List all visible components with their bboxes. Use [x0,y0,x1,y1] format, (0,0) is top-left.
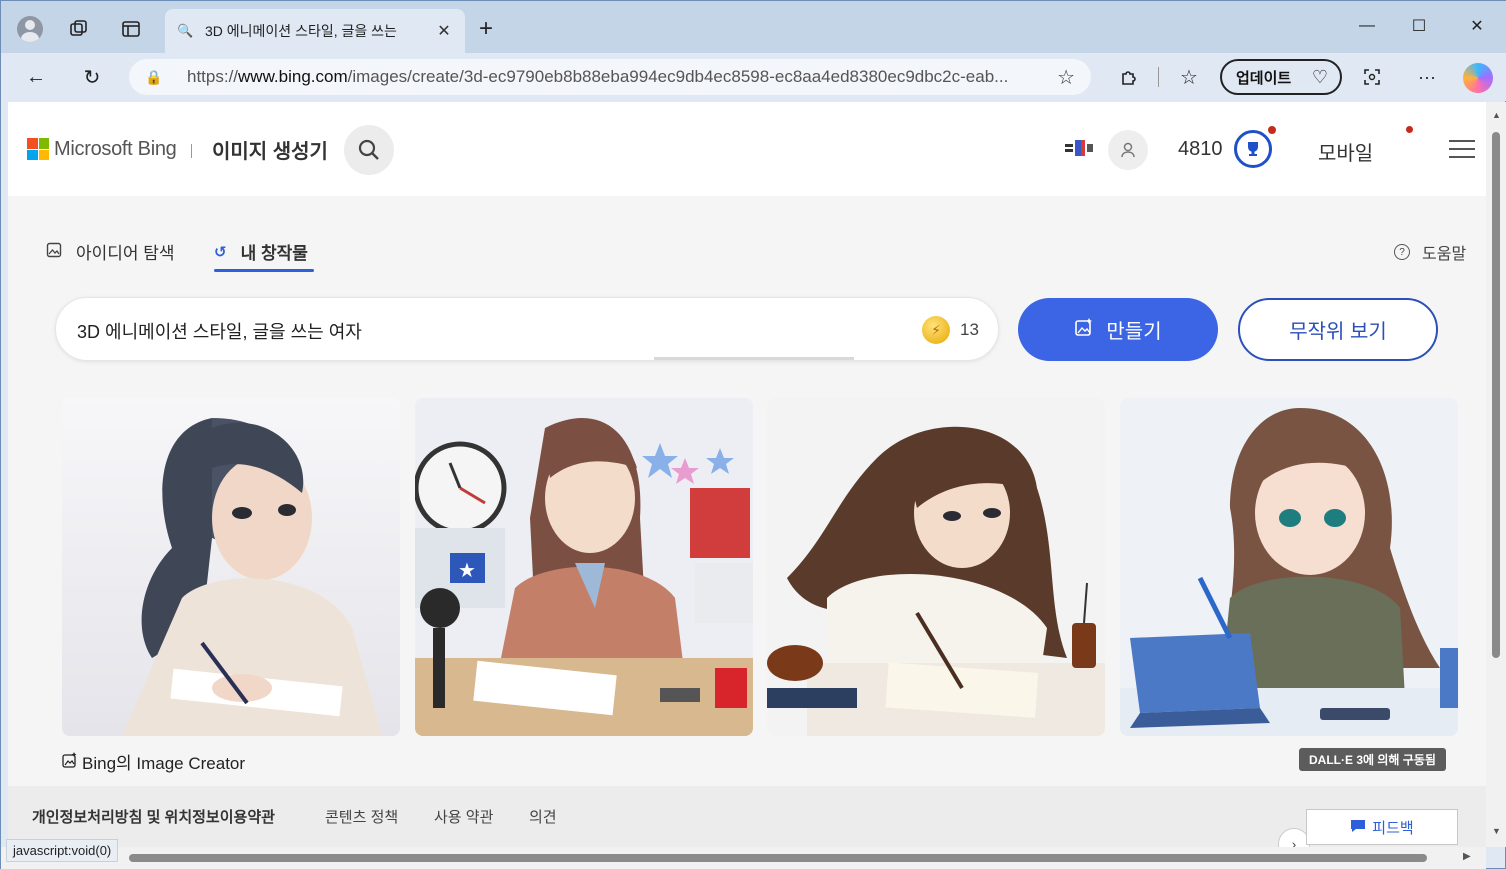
generated-image-4[interactable] [1120,398,1458,736]
update-label: 업데이트 [1236,69,1292,87]
maximize-button[interactable]: ☐ [1399,11,1439,41]
notification-dot [1268,126,1276,134]
tab-label: 내 창작물 [240,244,308,263]
history-icon: ↺ [214,243,227,261]
close-icon[interactable]: ✕ [435,21,453,41]
notification-dot [1406,126,1413,133]
generated-image-2[interactable]: ★ [415,398,753,736]
hamburger-menu-icon[interactable] [1449,140,1475,158]
create-button[interactable]: 만들기 [1018,298,1218,361]
back-arrow-icon[interactable]: ← [20,61,52,93]
favorites-icon[interactable]: ☆ [1173,61,1205,93]
tab-active[interactable]: 🔍 3D 에니메이션 스타일, 글을 쓰는 ✕ [165,9,465,53]
svg-text:★: ★ [458,558,476,582]
horizontal-scrollbar[interactable]: ▶ [1,847,1486,869]
feedback-label: 피드백 [1372,819,1414,837]
toolbar-divider [1158,67,1159,87]
new-tab-button[interactable]: + [479,15,493,43]
brand-divider [191,144,192,158]
favorite-star-icon[interactable]: ☆ [1057,65,1075,90]
mobile-link[interactable]: 모바일 [1318,137,1373,166]
image-creator-credit: Bing의 Image Creator [62,749,245,774]
sparkle-image-icon [62,751,78,772]
surprise-me-button[interactable]: 무작위 보기 [1238,298,1438,361]
close-window-button[interactable]: ✕ [1457,11,1497,41]
scroll-down-icon[interactable]: ▼ [1492,826,1501,836]
profile-avatar-icon[interactable] [14,13,46,45]
status-bar: javascript:void(0) [6,839,119,862]
tab-my-creations[interactable]: ↺ 내 창작물 [214,239,308,264]
prompt-progress-bar [654,357,854,360]
scroll-right-icon[interactable]: ▶ [1463,851,1471,862]
lock-icon[interactable]: 🔒 [145,69,169,86]
product-title[interactable]: 이미지 생성기 [212,135,328,164]
search-icon: 🔍 [177,23,194,38]
tab-actions-icon[interactable] [115,13,147,45]
create-label: 만들기 [1106,321,1162,343]
page-footer: 개인정보처리방침 및 위치정보이용약관 콘텐츠 정책 사용 약관 의견 [8,786,1486,847]
scrollbar-thumb[interactable] [129,854,1427,862]
help-label: 도움말 [1422,246,1467,263]
copilot-icon[interactable] [1463,63,1493,93]
navigation-bar: ← ↻ 🔒 https://www.bing.com/images/create… [1,53,1506,101]
scrollbar-thumb[interactable] [1492,132,1500,658]
dalle-badge: DALL·E 3에 의해 구동됨 [1299,748,1446,771]
generated-image-1[interactable] [62,398,400,736]
tab-label: 아이디어 탐색 [76,244,175,263]
prompt-text[interactable]: 3D 에니메이션 스타일, 글을 쓰는 여자 [77,318,362,344]
opinion-link[interactable]: 의견 [529,806,557,827]
tab-title: 3D 에니메이션 스타일, 글을 쓰는 [205,23,397,39]
boost-coin-icon[interactable]: ⚡ [922,316,950,344]
extensions-icon[interactable] [1113,61,1145,93]
minimize-button[interactable]: — [1347,11,1387,41]
screenshot-icon[interactable] [1356,61,1388,93]
bing-header: Microsoft Bing 이미지 생성기 4810 모바일 [8,102,1486,196]
scroll-up-icon[interactable]: ▲ [1492,110,1501,120]
tab-explore-ideas[interactable]: 아이디어 탐색 [46,239,175,264]
feedback-button[interactable]: 피드백 [1306,809,1458,845]
url-text[interactable]: https://www.bing.com/images/create/3d-ec… [187,67,1057,87]
chat-bubble-icon [1350,818,1366,837]
boost-count: 13 [960,320,979,339]
privacy-link[interactable]: 개인정보처리방침 및 위치정보이용약관 [32,806,275,827]
image-icon [46,242,62,262]
page-viewport: Microsoft Bing 이미지 생성기 4810 모바일 아이디어 탐색 … [8,102,1486,847]
language-flag-icon[interactable] [1065,138,1097,158]
refresh-icon[interactable]: ↻ [76,61,108,93]
active-tab-indicator [214,269,314,272]
address-bar[interactable]: 🔒 https://www.bing.com/images/create/3d-… [129,59,1091,95]
heart-icon: ♡ [1311,67,1328,87]
credit-label: Bing의 Image Creator [82,754,246,773]
help-link[interactable]: ? 도움말 [1394,240,1466,264]
browser-window: 🔍 3D 에니메이션 스타일, 글을 쓰는 ✕ + — ☐ ✕ ← ↻ 🔒 ht… [0,0,1506,869]
generated-image-3[interactable] [767,398,1105,736]
rewards-trophy-icon[interactable] [1234,130,1272,168]
search-button[interactable] [344,125,394,175]
tab-bar: 🔍 3D 에니메이션 스타일, 글을 쓰는 ✕ + — ☐ ✕ [1,1,1506,53]
terms-link[interactable]: 사용 약관 [434,806,493,827]
content-policy-link[interactable]: 콘텐츠 정책 [325,806,398,827]
brand-name[interactable]: Microsoft Bing [54,138,177,161]
vertical-scrollbar[interactable]: ▲ ▼ [1486,102,1506,847]
microsoft-logo-icon[interactable] [27,138,49,160]
help-icon: ? [1394,244,1410,260]
update-button[interactable]: 업데이트 ♡ [1220,59,1342,95]
sparkle-image-icon [1074,317,1094,342]
rewards-points[interactable]: 4810 [1178,138,1223,161]
workspaces-icon[interactable] [63,13,95,45]
prompt-input[interactable]: 3D 에니메이션 스타일, 글을 쓰는 여자 ⚡ 13 [55,297,999,361]
user-account-icon[interactable] [1108,130,1148,170]
more-options-icon[interactable]: ··· [1411,61,1443,93]
